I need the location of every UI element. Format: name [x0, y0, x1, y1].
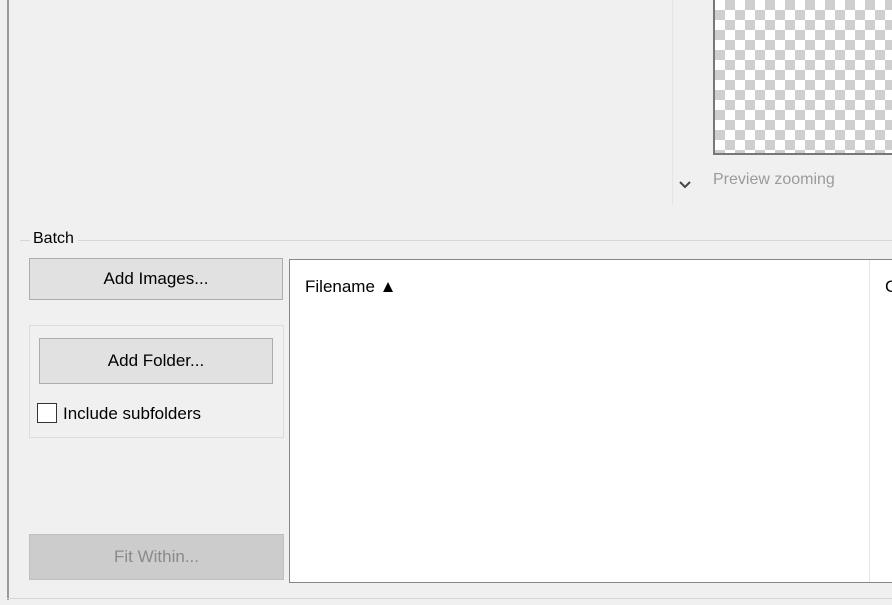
window-left-border — [7, 0, 9, 600]
batch-group-label: Batch — [30, 230, 78, 248]
batch-group-border — [20, 240, 892, 241]
preview-image-transparent — [713, 0, 892, 155]
fit-within-button: Fit Within... — [29, 534, 284, 580]
window-bottom-border — [7, 598, 892, 599]
column-header-filename[interactable]: Filename ▲ — [305, 277, 396, 297]
batch-file-list[interactable]: Filename ▲ C — [289, 259, 892, 583]
column-header-second[interactable]: C — [885, 277, 892, 297]
preview-zooming-label[interactable]: Preview zooming — [713, 171, 835, 189]
chevron-down-icon[interactable] — [677, 176, 693, 192]
preview-separator — [672, 0, 673, 204]
column-separator[interactable] — [869, 260, 870, 582]
include-subfolders-checkbox[interactable] — [37, 403, 57, 423]
add-images-button[interactable]: Add Images... — [29, 258, 283, 300]
include-subfolders-label[interactable]: Include subfolders — [63, 404, 201, 424]
add-folder-button[interactable]: Add Folder... — [39, 338, 273, 384]
